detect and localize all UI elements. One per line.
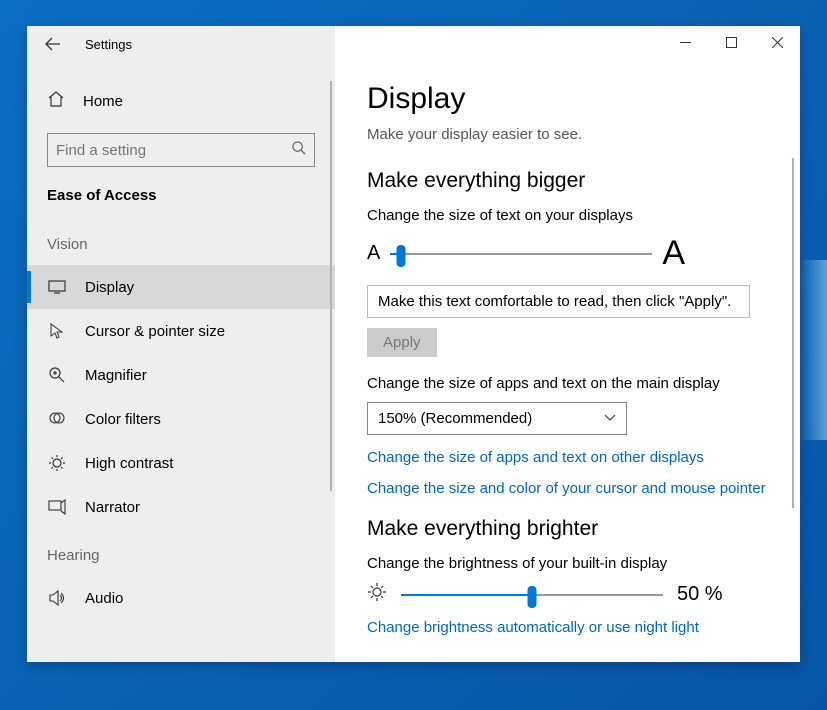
chevron-down-icon: [604, 413, 616, 425]
sidebar-item-label: Audio: [85, 590, 123, 607]
letter-a-big: A: [662, 234, 685, 273]
home-label: Home: [83, 93, 123, 110]
home-nav[interactable]: Home: [27, 82, 335, 121]
window-controls: [662, 26, 800, 58]
audio-icon: [47, 589, 67, 607]
sidebar-scrollbar[interactable]: [330, 81, 332, 491]
maximize-icon: [726, 37, 737, 48]
sidebar-item-label: Display: [85, 279, 134, 296]
sidebar-item-display[interactable]: Display: [27, 265, 335, 309]
sidebar-item-narrator[interactable]: Narrator: [27, 485, 335, 529]
scale-dropdown[interactable]: 150% (Recommended): [367, 402, 627, 435]
sidebar-item-label: Narrator: [85, 499, 140, 516]
home-icon: [47, 90, 65, 113]
arrow-left-icon: [45, 36, 61, 52]
brightness-slider-row: 50 %: [367, 582, 768, 607]
category-title: Ease of Access: [27, 181, 335, 218]
back-button[interactable]: [35, 26, 71, 62]
link-cursor-color[interactable]: Change the size and color of your cursor…: [367, 480, 768, 497]
sidebar-item-label: Magnifier: [85, 367, 147, 384]
section-brighter-heading: Make everything brighter: [367, 517, 768, 541]
narrator-icon: [47, 499, 67, 515]
sidebar-item-cursor[interactable]: Cursor & pointer size: [27, 309, 335, 353]
page-title: Display: [367, 82, 768, 116]
main-content: Display Make your display easier to see.…: [335, 26, 800, 662]
slider-fill: [401, 594, 532, 596]
group-label-vision: Vision: [27, 218, 335, 265]
close-icon: [772, 37, 783, 48]
desktop-background-glow: [799, 260, 827, 440]
maximize-button[interactable]: [708, 26, 754, 58]
sidebar-item-audio[interactable]: Audio: [27, 576, 335, 620]
search-icon: [291, 140, 306, 160]
section-bigger-heading: Make everything bigger: [367, 169, 768, 193]
text-size-label: Change the size of text on your displays: [367, 207, 768, 224]
brightness-slider[interactable]: [401, 594, 663, 596]
sidebar-item-magnifier[interactable]: Magnifier: [27, 353, 335, 397]
slider-thumb[interactable]: [396, 245, 405, 267]
magnifier-icon: [47, 366, 67, 384]
sidebar-item-highcontrast[interactable]: High contrast: [27, 441, 335, 485]
brightness-label: Change the brightness of your built-in d…: [367, 555, 768, 572]
app-title: Settings: [85, 37, 132, 52]
content-area: Display Make your display easier to see.…: [335, 26, 800, 636]
sample-text-box: Make this text comfortable to read, then…: [367, 285, 750, 318]
slider-thumb[interactable]: [528, 586, 537, 608]
apps-size-label: Change the size of apps and text on the …: [367, 375, 768, 392]
colorfilters-icon: [47, 410, 67, 428]
main-scrollbar[interactable]: [792, 158, 794, 508]
cursor-icon: [47, 322, 67, 340]
text-size-slider-row: A A: [367, 234, 768, 273]
letter-a-small: A: [367, 242, 380, 265]
sidebar: Settings Home Ease of Access Vision Disp…: [27, 26, 335, 662]
sidebar-item-label: Cursor & pointer size: [85, 323, 225, 340]
page-subtitle: Make your display easier to see.: [367, 126, 768, 143]
group-label-hearing: Hearing: [27, 529, 335, 576]
brightness-value: 50 %: [677, 583, 723, 606]
sidebar-item-colorfilters[interactable]: Color filters: [27, 397, 335, 441]
apply-button[interactable]: Apply: [367, 328, 437, 357]
close-button[interactable]: [754, 26, 800, 58]
sidebar-item-label: Color filters: [85, 411, 161, 428]
display-icon: [47, 280, 67, 294]
search-input[interactable]: [56, 142, 291, 159]
titlebar-left: Settings: [27, 26, 335, 62]
search-input-container[interactable]: [47, 133, 315, 167]
link-other-displays[interactable]: Change the size of apps and text on othe…: [367, 449, 768, 466]
dropdown-value: 150% (Recommended): [378, 410, 532, 427]
sidebar-item-label: High contrast: [85, 455, 173, 472]
text-size-slider[interactable]: [390, 253, 652, 255]
brightness-icon: [367, 582, 387, 607]
highcontrast-icon: [47, 454, 67, 472]
minimize-button[interactable]: [662, 26, 708, 58]
minimize-icon: [680, 37, 691, 48]
settings-window: Settings Home Ease of Access Vision Disp…: [27, 26, 800, 662]
link-night-light[interactable]: Change brightness automatically or use n…: [367, 619, 768, 636]
